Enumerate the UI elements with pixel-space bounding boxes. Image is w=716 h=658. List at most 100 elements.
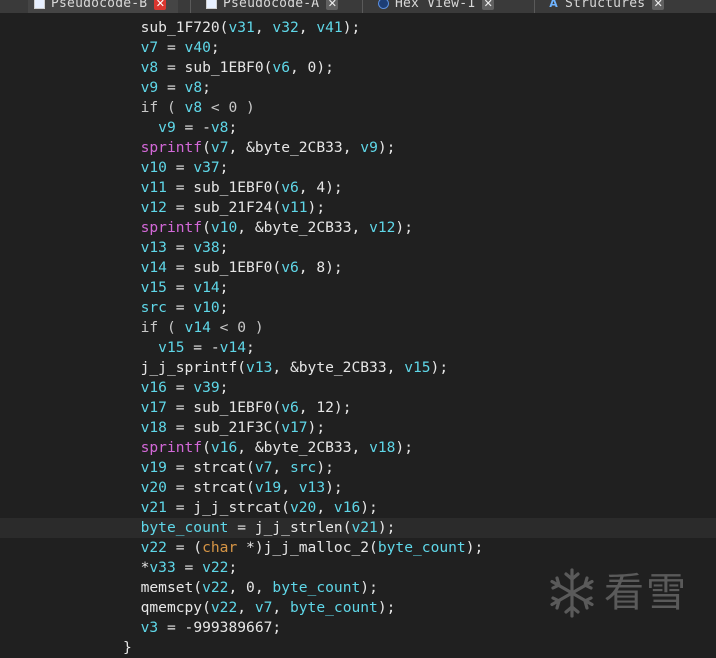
code-identifier[interactable]: v12 (369, 219, 395, 236)
code-line[interactable]: j_j_sprintf(v13, &byte_2CB33, v15); (0, 358, 716, 378)
code-line[interactable]: v13 = v38; (0, 238, 716, 258)
tab-pseudocode-a[interactable]: Pseudocode-A ✕ (200, 0, 350, 13)
code-line[interactable]: v7 = v40; (0, 38, 716, 58)
code-identifier[interactable]: v14 (141, 259, 167, 276)
code-identifier[interactable]: v7 (255, 599, 273, 616)
code-identifier[interactable]: v10 (193, 299, 219, 316)
code-identifier[interactable]: v3 (141, 619, 159, 636)
code-line[interactable]: sprintf(v10, &byte_2CB33, v12); (0, 218, 716, 238)
code-identifier[interactable]: v38 (193, 239, 219, 256)
code-identifier[interactable]: byte_count (272, 579, 360, 596)
code-identifier[interactable]: v12 (141, 199, 167, 216)
code-identifier[interactable]: v19 (141, 459, 167, 476)
code-identifier[interactable]: v6 (281, 259, 299, 276)
code-identifier[interactable]: v13 (299, 479, 325, 496)
code-identifier[interactable]: v8 (185, 79, 203, 96)
code-line[interactable]: v21 = j_j_strcat(v20, v16); (0, 498, 716, 518)
code-identifier[interactable]: v32 (272, 19, 298, 36)
code-identifier[interactable]: v11 (281, 199, 307, 216)
code-identifier[interactable]: v9 (360, 139, 378, 156)
code-identifier[interactable]: v16 (211, 439, 237, 456)
code-line[interactable]: v20 = strcat(v19, v13); (0, 478, 716, 498)
code-line[interactable]: v11 = sub_1EBF0(v6, 4); (0, 178, 716, 198)
code-identifier[interactable]: v18 (141, 419, 167, 436)
code-identifier[interactable]: v6 (272, 59, 290, 76)
code-identifier[interactable]: v33 (149, 559, 175, 576)
code-line[interactable]: v15 = -v14; (0, 338, 716, 358)
code-line[interactable]: src = v10; (0, 298, 716, 318)
code-identifier[interactable]: v19 (255, 479, 281, 496)
code-identifier[interactable]: v13 (141, 239, 167, 256)
code-line[interactable]: v3 = -999389667; (0, 618, 716, 638)
code-identifier[interactable]: v22 (202, 579, 228, 596)
code-identifier[interactable]: v20 (141, 479, 167, 496)
code-identifier[interactable]: v10 (141, 159, 167, 176)
code-identifier[interactable]: v11 (141, 179, 167, 196)
code-identifier[interactable]: v14 (193, 279, 219, 296)
code-identifier[interactable]: v13 (246, 359, 272, 376)
code-line[interactable]: sprintf(v7, &byte_2CB33, v9); (0, 138, 716, 158)
code-line[interactable]: v9 = v8; (0, 78, 716, 98)
code-identifier[interactable]: v22 (141, 539, 167, 556)
code-line[interactable]: if ( v8 < 0 ) (0, 98, 716, 118)
code-identifier[interactable]: v6 (281, 179, 299, 196)
code-identifier[interactable]: v20 (290, 499, 316, 516)
code-identifier[interactable]: v9 (158, 119, 176, 136)
code-line[interactable]: v19 = strcat(v7, src); (0, 458, 716, 478)
code-line[interactable]: memset(v22, 0, byte_count); (0, 578, 716, 598)
code-identifier[interactable]: v15 (158, 339, 184, 356)
code-identifier[interactable]: v7 (211, 139, 229, 156)
code-line[interactable]: qmemcpy(v22, v7, byte_count); (0, 598, 716, 618)
code-line[interactable]: v18 = sub_21F3C(v17); (0, 418, 716, 438)
code-line[interactable]: v10 = v37; (0, 158, 716, 178)
code-identifier[interactable]: byte_count (378, 539, 466, 556)
code-identifier[interactable]: v41 (316, 19, 342, 36)
code-identifier[interactable]: v21 (351, 519, 377, 536)
code-identifier[interactable]: v22 (211, 599, 237, 616)
code-line[interactable]: v15 = v14; (0, 278, 716, 298)
tab-pseudocode-b[interactable]: Pseudocode-B ✕ (28, 0, 178, 13)
code-line[interactable]: v12 = sub_21F24(v11); (0, 198, 716, 218)
code-identifier[interactable]: v40 (185, 39, 211, 56)
tab-hex-view-1[interactable]: Hex View-1 ✕ (372, 0, 522, 13)
code-identifier[interactable]: v37 (193, 159, 219, 176)
pseudocode-view[interactable]: sub_1F720(v31, v32, v41); v7 = v40; v8 =… (0, 18, 716, 658)
code-line[interactable]: } (0, 638, 716, 658)
code-identifier[interactable]: byte_count (290, 599, 378, 616)
code-function[interactable]: sprintf (141, 219, 203, 236)
code-identifier[interactable]: v39 (193, 379, 219, 396)
code-identifier[interactable]: v21 (141, 499, 167, 516)
code-line[interactable]: v9 = -v8; (0, 118, 716, 138)
code-identifier[interactable]: byte_count (141, 519, 229, 536)
code-line[interactable]: sprintf(v16, &byte_2CB33, v18); (0, 438, 716, 458)
code-function[interactable]: sprintf (141, 439, 203, 456)
code-identifier[interactable]: v15 (141, 279, 167, 296)
code-identifier[interactable]: v31 (228, 19, 254, 36)
code-identifier[interactable]: v7 (255, 459, 273, 476)
code-identifier[interactable]: v22 (202, 559, 228, 576)
code-identifier[interactable]: v18 (369, 439, 395, 456)
code-line[interactable]: v8 = sub_1EBF0(v6, 0); (0, 58, 716, 78)
code-identifier[interactable]: v17 (281, 419, 307, 436)
code-identifier[interactable]: v8 (211, 119, 229, 136)
code-line[interactable]: byte_count = j_j_strlen(v21); (0, 518, 716, 538)
code-identifier[interactable]: v8 (141, 59, 159, 76)
close-icon[interactable]: ✕ (326, 0, 339, 10)
code-identifier[interactable]: v9 (141, 79, 159, 96)
code-identifier[interactable]: v10 (211, 219, 237, 236)
tab-structures[interactable]: A Structures ✕ (542, 0, 716, 13)
code-line[interactable]: v16 = v39; (0, 378, 716, 398)
close-icon[interactable]: ✕ (154, 0, 167, 10)
code-identifier[interactable]: v8 (185, 99, 203, 116)
code-line[interactable]: v17 = sub_1EBF0(v6, 12); (0, 398, 716, 418)
code-line[interactable]: v22 = (char *)j_j_malloc_2(byte_count); (0, 538, 716, 558)
code-identifier[interactable]: v14 (220, 339, 246, 356)
code-identifier[interactable]: src (290, 459, 316, 476)
code-line[interactable]: if ( v14 < 0 ) (0, 318, 716, 338)
code-identifier[interactable]: v16 (141, 379, 167, 396)
code-identifier[interactable]: v16 (334, 499, 360, 516)
code-identifier[interactable]: v17 (141, 399, 167, 416)
code-identifier[interactable]: src (141, 299, 167, 316)
code-line[interactable]: v14 = sub_1EBF0(v6, 8); (0, 258, 716, 278)
code-identifier[interactable]: v14 (185, 319, 211, 336)
